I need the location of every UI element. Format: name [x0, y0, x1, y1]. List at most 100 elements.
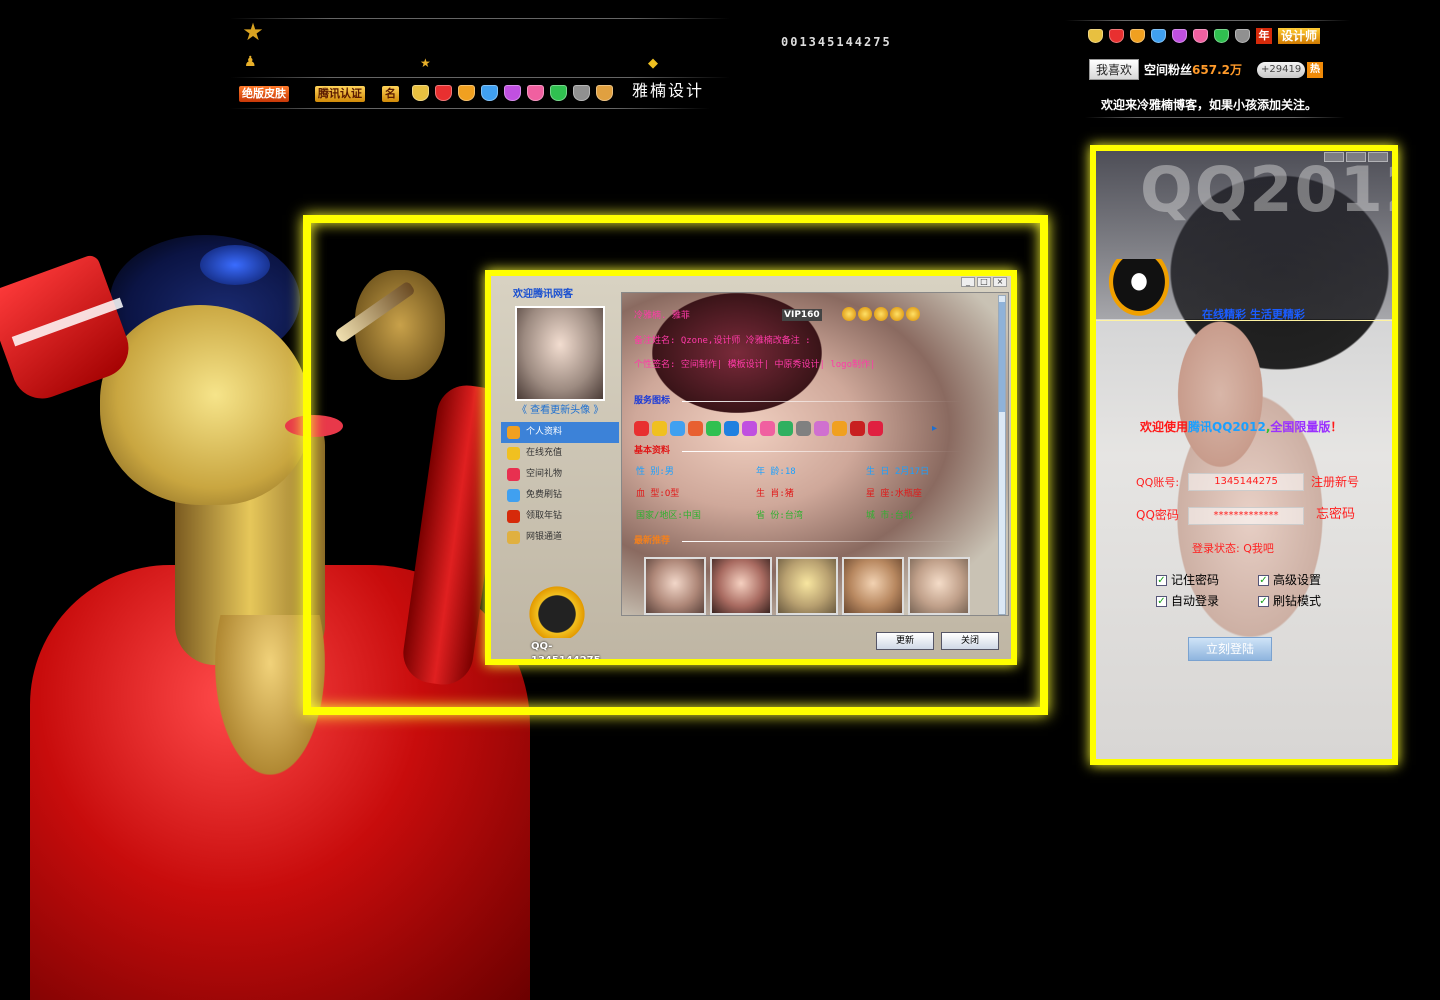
purple-diamond-icon[interactable] [1172, 29, 1187, 43]
info-age: 年 龄:18 [756, 467, 796, 477]
purple-diamond-icon[interactable] [504, 85, 521, 101]
service-icon[interactable] [742, 421, 757, 436]
register-link[interactable]: 注册新号 [1311, 474, 1359, 490]
blue-diamond-icon[interactable] [481, 85, 498, 101]
service-icon[interactable] [814, 421, 829, 436]
scrollbar-thumb[interactable] [999, 302, 1005, 412]
remember-password-checkbox[interactable]: ✓ 记住密码 [1156, 572, 1219, 588]
pet-icon[interactable] [596, 85, 613, 101]
qq-penguin-icon [1106, 259, 1172, 319]
badge-name[interactable]: 名 [382, 86, 399, 102]
black-diamond-icon[interactable] [573, 85, 590, 101]
thumbnail[interactable] [908, 557, 970, 615]
sidebar-item-bank[interactable]: 网银通道 [501, 527, 619, 548]
orange-diamond-icon[interactable] [1130, 29, 1145, 43]
service-icon[interactable] [778, 421, 793, 436]
close-icon[interactable]: × [993, 277, 1007, 287]
orange-diamond-icon[interactable] [458, 85, 475, 101]
crown-penguin-icon [529, 578, 585, 638]
sidebar-item-gifts[interactable]: 空间礼物 [501, 464, 619, 485]
maximize-icon[interactable] [1346, 152, 1366, 162]
auto-login-checkbox[interactable]: ✓ 自动登录 [1156, 593, 1219, 609]
service-icon[interactable] [652, 421, 667, 436]
green-diamond-icon[interactable] [550, 85, 567, 101]
password-input[interactable]: ************* [1188, 507, 1304, 525]
account-input[interactable]: 1345144275 [1188, 473, 1304, 491]
footer-qq-number: QQ-1345144275 [531, 641, 601, 665]
info-country: 国家/地区:中国 [636, 511, 701, 521]
sidebar-item-recharge[interactable]: 在线充值 [501, 443, 619, 464]
window-controls: _ □ × [961, 277, 1007, 287]
sidebar-item-annual-diamond[interactable]: 领取年钻 [501, 506, 619, 527]
update-button[interactable]: 更新 [876, 632, 934, 650]
maximize-icon[interactable]: □ [977, 277, 991, 287]
minimize-icon[interactable] [1324, 152, 1344, 162]
section-divider [682, 451, 962, 452]
crown-icon [842, 307, 856, 321]
service-icon[interactable] [634, 421, 649, 436]
red-diamond-icon[interactable] [435, 85, 452, 101]
account-label: QQ账号: [1136, 476, 1180, 489]
fans-label: 空间粉丝 [1144, 63, 1193, 77]
badge-tencent-verified[interactable]: 腾讯认证 [315, 86, 365, 102]
service-icon[interactable] [850, 421, 865, 436]
avatar[interactable] [515, 306, 605, 401]
pink-diamond-icon[interactable] [1193, 29, 1208, 43]
thumbnail[interactable] [644, 557, 706, 615]
forgot-password-link[interactable]: 忘密码 [1316, 507, 1355, 523]
crown-icon [858, 307, 872, 321]
thumbnail[interactable] [776, 557, 838, 615]
close-button[interactable]: 关闭 [941, 632, 999, 650]
profile-sidebar: 欢迎腾讯网客 《 查看更新头像 》 个人资料 在线充值 空间礼物 免费刷钻 领取… [501, 288, 619, 659]
yellow-diamond-icon[interactable] [1088, 29, 1103, 43]
designer-badge[interactable]: 设计师 [1278, 28, 1321, 44]
password-label: QQ密码 [1136, 508, 1179, 522]
service-icon[interactable] [832, 421, 847, 436]
minimize-icon[interactable]: _ [961, 277, 975, 287]
black-diamond-icon[interactable] [1235, 29, 1250, 43]
scrollbar[interactable] [998, 295, 1006, 615]
header-divider [230, 18, 730, 19]
thumbnail[interactable] [842, 557, 904, 615]
welcome-edition: 全国限量版 [1270, 420, 1331, 434]
recommend-thumbnails [644, 557, 970, 615]
thumbnail[interactable] [710, 557, 772, 615]
red-diamond-icon[interactable] [1109, 29, 1124, 43]
login-button[interactable]: 立刻登陆 [1188, 637, 1272, 661]
check-icon: ✓ [1156, 595, 1167, 607]
diamond-icon: ◆ [648, 56, 658, 71]
welcome-message: 欢迎来冷雅楠博客，如果小孩添加关注。 [1101, 98, 1318, 112]
sidebar-item-profile[interactable]: 个人资料 [501, 422, 619, 443]
close-icon[interactable] [1368, 152, 1388, 162]
badge-rare-skin[interactable]: 绝版皮肤 [239, 86, 289, 102]
sidebar-item-free-diamond[interactable]: 免费刷钻 [501, 485, 619, 506]
site-title: 雅楠设计 [632, 81, 705, 100]
service-icon[interactable] [796, 421, 811, 436]
advanced-settings-checkbox[interactable]: ✓ 高级设置 [1258, 572, 1321, 588]
service-icon[interactable] [760, 421, 775, 436]
yellow-diamond-icon[interactable] [412, 85, 429, 101]
check-icon: ✓ [1258, 595, 1269, 607]
service-icon[interactable] [670, 421, 685, 436]
hot-badge: 热 [1307, 62, 1323, 78]
like-button[interactable]: 我喜欢 [1089, 59, 1139, 80]
service-icon[interactable] [724, 421, 739, 436]
year-vip-badge[interactable]: 年 [1256, 28, 1272, 44]
remark-line: 备注姓名: Qzone,设计师 冷雅楠改备注 : [634, 336, 811, 346]
service-icon[interactable] [868, 421, 883, 436]
sidebar-item-label: 免费刷钻 [526, 490, 563, 500]
service-icon[interactable] [706, 421, 721, 436]
banner-text: QQ2012 [1140, 153, 1392, 226]
view-avatar-link[interactable]: 《 查看更新头像 》 [517, 404, 619, 418]
service-icon[interactable] [688, 421, 703, 436]
green-diamond-icon[interactable] [1214, 29, 1229, 43]
right-badge-row: 年 设计师 [1088, 28, 1321, 44]
blue-diamond-icon[interactable] [1151, 29, 1166, 43]
sidebar-item-label: 个人资料 [526, 427, 563, 437]
info-gender: 性 别:男 [636, 467, 674, 477]
diamond-mode-checkbox[interactable]: ✓ 刷钻模式 [1258, 593, 1321, 609]
pink-diamond-icon[interactable] [527, 85, 544, 101]
scroll-right-icon[interactable]: ▸ [932, 423, 937, 435]
login-status[interactable]: 登录状态: Q我吧 [1192, 542, 1274, 556]
info-province: 省 份:台湾 [756, 511, 803, 521]
